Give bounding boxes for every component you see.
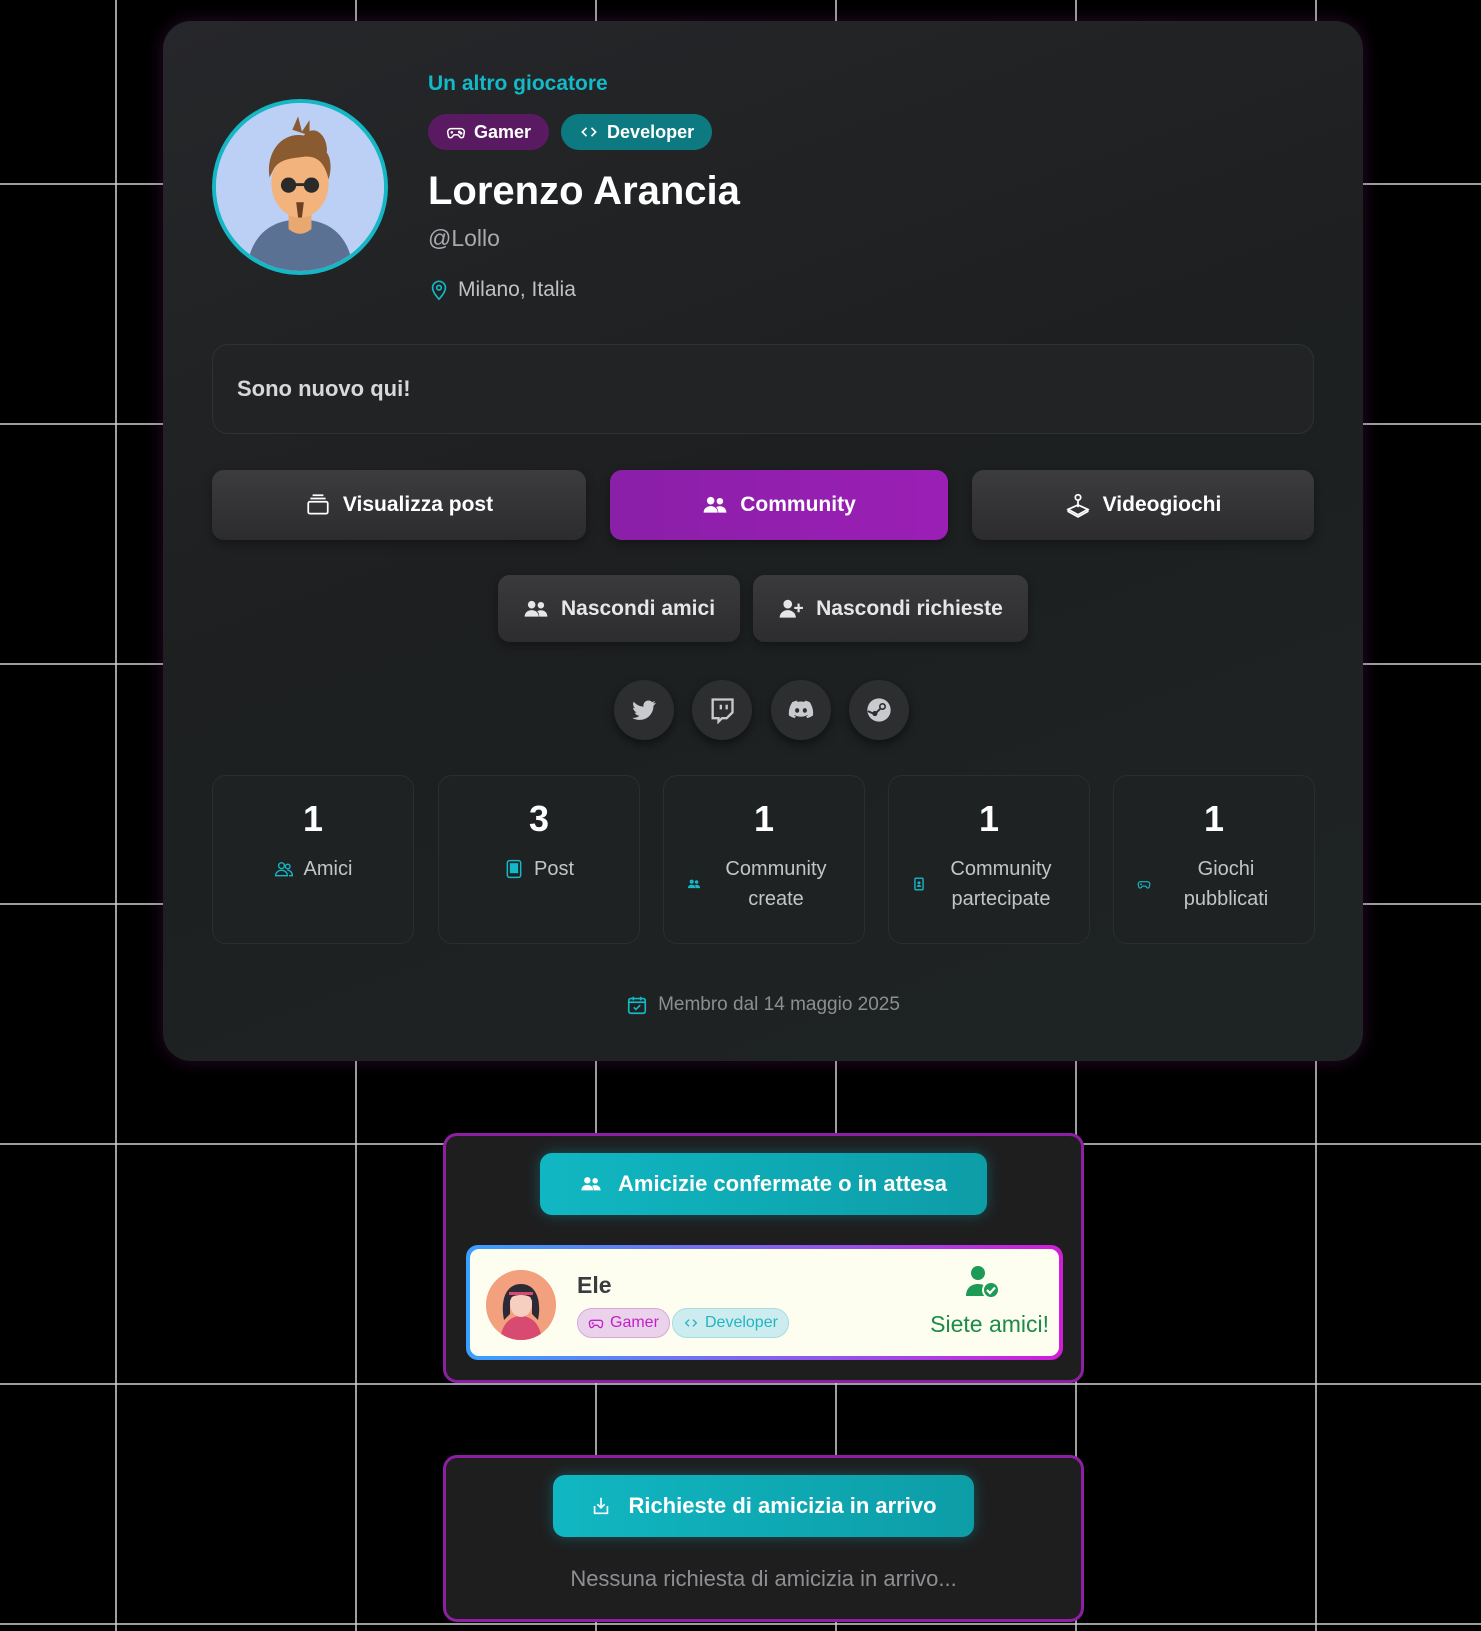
stat-communities-joined[interactable]: 1 Community partecipate bbox=[888, 775, 1090, 944]
gamepad-icon bbox=[1137, 881, 1151, 889]
profile-bio: Sono nuovo qui! bbox=[212, 344, 1314, 434]
user-plus-icon bbox=[779, 599, 804, 618]
badge-developer: Developer bbox=[561, 114, 713, 150]
profile-handle: @Lollo bbox=[428, 225, 500, 251]
stat-friends[interactable]: 1 Amici bbox=[212, 775, 414, 944]
friend-avatar bbox=[486, 1270, 556, 1340]
discord-icon bbox=[788, 700, 814, 719]
member-since: Membro dal 14 maggio 2025 bbox=[163, 994, 1363, 1016]
calendar-check-icon bbox=[627, 996, 647, 1015]
twitch-icon bbox=[711, 698, 734, 724]
users-icon bbox=[274, 862, 293, 877]
hide-friends-button[interactable]: Nascondi amici bbox=[498, 575, 740, 642]
friend-badge-gamer: Gamer bbox=[577, 1308, 670, 1338]
profile-name: Lorenzo Arancia bbox=[428, 169, 740, 213]
gamepad-icon bbox=[588, 1319, 604, 1329]
badge-icon bbox=[914, 877, 924, 891]
friends-list-button[interactable]: Amicizie confermate o in attesa bbox=[540, 1153, 987, 1215]
friend-card[interactable]: Ele Gamer Developer Siete amici! bbox=[466, 1245, 1063, 1360]
profile-location: Milano, Italia bbox=[428, 278, 576, 302]
profile-card: Un altro giocatore Gamer Developer Loren… bbox=[163, 21, 1363, 1061]
gamepad-icon bbox=[446, 127, 466, 139]
videogames-button[interactable]: Videogiochi bbox=[972, 470, 1314, 540]
twitter-link[interactable] bbox=[614, 680, 674, 740]
discord-link[interactable] bbox=[771, 680, 831, 740]
users-icon bbox=[703, 496, 727, 513]
incoming-requests-button[interactable]: Richieste di amicizia in arrivo bbox=[553, 1475, 974, 1537]
twitter-icon bbox=[632, 700, 656, 720]
avatar-illustration bbox=[216, 103, 384, 271]
map-pin-icon bbox=[431, 280, 447, 301]
hide-requests-button[interactable]: Nascondi richieste bbox=[753, 575, 1028, 642]
badge-gamer: Gamer bbox=[428, 114, 550, 150]
stat-games-published[interactable]: 1 Giochi pubblicati bbox=[1113, 775, 1315, 944]
friend-badge-developer: Developer bbox=[672, 1308, 789, 1338]
post-icon bbox=[506, 859, 522, 879]
community-button[interactable]: Community bbox=[610, 470, 948, 540]
friend-status: Siete amici! bbox=[930, 1311, 1049, 1337]
view-posts-button[interactable]: Visualizza post bbox=[212, 470, 586, 540]
friend-name: Ele bbox=[577, 1272, 612, 1298]
code-icon bbox=[581, 127, 597, 137]
group-icon bbox=[687, 879, 701, 889]
twitch-link[interactable] bbox=[692, 680, 752, 740]
profile-badges: Gamer Developer bbox=[428, 114, 713, 150]
joystick-icon bbox=[1065, 493, 1090, 518]
steam-icon bbox=[867, 698, 891, 722]
code-icon bbox=[684, 1319, 698, 1327]
avatar-illustration bbox=[486, 1270, 556, 1340]
users-icon bbox=[524, 600, 548, 617]
cards-icon bbox=[307, 494, 329, 515]
empty-requests-text: Nessuna richiesta di amicizia in arrivo.… bbox=[570, 1566, 957, 1591]
users-icon bbox=[581, 1177, 601, 1191]
download-tray-icon bbox=[594, 1497, 609, 1515]
requests-panel: Richieste di amicizia in arrivo Nessuna … bbox=[443, 1455, 1084, 1622]
profile-subtitle: Un altro giocatore bbox=[428, 72, 608, 95]
steam-link[interactable] bbox=[849, 680, 909, 740]
stat-communities-created[interactable]: 1 Community create bbox=[663, 775, 865, 944]
user-check-icon bbox=[966, 1266, 1000, 1299]
stat-posts[interactable]: 3 Post bbox=[438, 775, 640, 944]
friends-panel: Amicizie confermate o in attesa Ele Game… bbox=[443, 1133, 1084, 1383]
profile-avatar bbox=[212, 99, 388, 275]
